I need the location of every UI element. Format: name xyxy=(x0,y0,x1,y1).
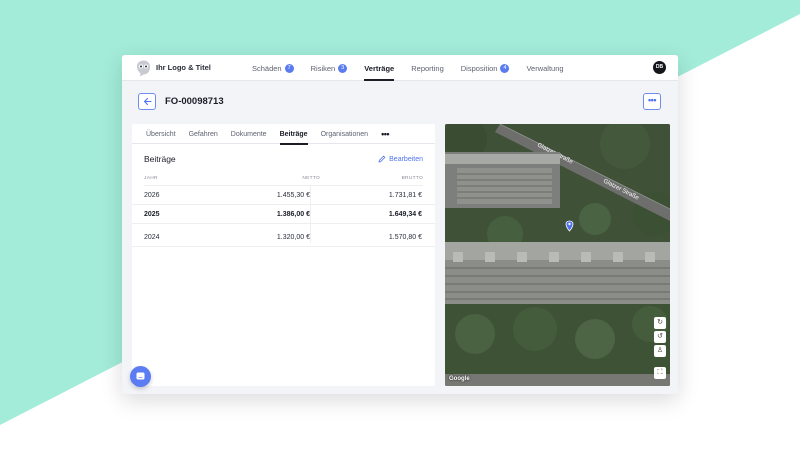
nav-item-disposition[interactable]: Disposition 4 xyxy=(461,55,510,81)
nav-item-label: Reporting xyxy=(411,63,444,73)
map-imagery: Glatzer Straße Glatzer Straße xyxy=(445,124,670,386)
map-attribution: Google xyxy=(449,376,470,382)
user-avatar[interactable]: DB xyxy=(653,61,666,74)
cell-brutto: 1.570,80 € xyxy=(388,234,422,241)
table-row[interactable]: 2025 1.386,00 € 1.649,34 € xyxy=(132,205,435,224)
main-nav: Schäden 7 Risiken 3 Verträge Reporting D… xyxy=(252,55,581,81)
nav-item-label: Verwaltung xyxy=(526,63,564,73)
back-button[interactable] xyxy=(138,93,156,110)
nav-item-vertraege[interactable]: Verträge xyxy=(364,55,395,81)
count-badge: 3 xyxy=(338,63,348,73)
count-badge: 4 xyxy=(500,63,510,73)
tab-uebersicht[interactable]: Übersicht xyxy=(146,124,176,144)
column-header-jahr: JAHR xyxy=(144,176,158,181)
cell-jahr: 2025 xyxy=(144,211,160,218)
fullscreen-icon[interactable]: ⛶ xyxy=(654,367,666,379)
pegman-icon[interactable]: ♙ xyxy=(654,345,666,357)
nav-item-label: Verträge xyxy=(364,63,395,73)
count-badge: 7 xyxy=(284,63,294,73)
cell-netto: 1.320,00 € xyxy=(276,234,310,241)
chat-launcher-button[interactable] xyxy=(130,366,151,387)
edit-button[interactable]: Bearbeiten xyxy=(378,155,423,163)
page-title: FO-00098713 xyxy=(165,96,224,107)
table-header: JAHR NETTO BRUTTO xyxy=(144,174,423,186)
column-header-brutto: BRUTTO xyxy=(401,176,423,181)
tab-dokumente[interactable]: Dokumente xyxy=(231,124,267,144)
satellite-map[interactable]: Glatzer Straße Glatzer Straße ↻ ↺ ♙ ⛶ Go… xyxy=(445,124,670,386)
nav-item-verwaltung[interactable]: Verwaltung xyxy=(526,55,563,81)
cell-brutto: 1.731,81 € xyxy=(388,192,422,199)
nav-item-label: Risiken xyxy=(310,63,336,73)
contract-detail-panel: Übersicht Gefahren Dokumente Beiträge Or… xyxy=(132,124,435,386)
chat-icon xyxy=(136,372,145,380)
nav-item-label: Disposition xyxy=(460,63,498,73)
tab-gefahren[interactable]: Gefahren xyxy=(189,124,218,144)
tab-organisationen[interactable]: Organisationen xyxy=(321,124,368,144)
logo-title[interactable]: Ihr Logo & Titel xyxy=(156,63,211,72)
pencil-icon xyxy=(378,155,386,163)
cell-netto: 1.386,00 € xyxy=(276,211,310,218)
owl-logo-icon[interactable] xyxy=(136,60,151,77)
nav-item-risiken[interactable]: Risiken 3 xyxy=(311,55,348,81)
cell-jahr: 2024 xyxy=(144,234,160,241)
cell-jahr: 2026 xyxy=(144,192,160,199)
nav-item-schaeden[interactable]: Schäden 7 xyxy=(252,55,294,81)
more-horizontal-icon: ••• xyxy=(648,95,656,105)
table-row[interactable]: 2024 1.320,00 € 1.570,80 € xyxy=(132,228,435,247)
cell-netto: 1.455,30 € xyxy=(276,192,310,199)
tab-beitraege[interactable]: Beiträge xyxy=(279,124,308,145)
more-actions-button[interactable]: ••• xyxy=(643,93,661,110)
cell-brutto: 1.649,34 € xyxy=(388,211,422,218)
column-header-netto: NETTO xyxy=(302,176,320,181)
nav-item-label: Schäden xyxy=(252,63,282,73)
top-navigation-bar: Ihr Logo & Titel Schäden 7 Risiken 3 Ver… xyxy=(122,55,678,81)
tab-overflow-button[interactable]: ••• xyxy=(381,124,389,144)
table-row[interactable]: 2026 1.455,30 € 1.731,81 € xyxy=(132,186,435,205)
section-title: Beiträge xyxy=(144,154,176,164)
edit-label: Bearbeiten xyxy=(389,155,423,163)
rotate-ccw-icon[interactable]: ↺ xyxy=(654,331,666,343)
app-window: Ihr Logo & Titel Schäden 7 Risiken 3 Ver… xyxy=(122,55,678,394)
nav-item-reporting[interactable]: Reporting xyxy=(411,55,444,81)
rotate-cw-icon[interactable]: ↻ xyxy=(654,317,666,329)
detail-tabs: Übersicht Gefahren Dokumente Beiträge Or… xyxy=(132,124,435,145)
arrow-left-icon xyxy=(143,97,152,106)
